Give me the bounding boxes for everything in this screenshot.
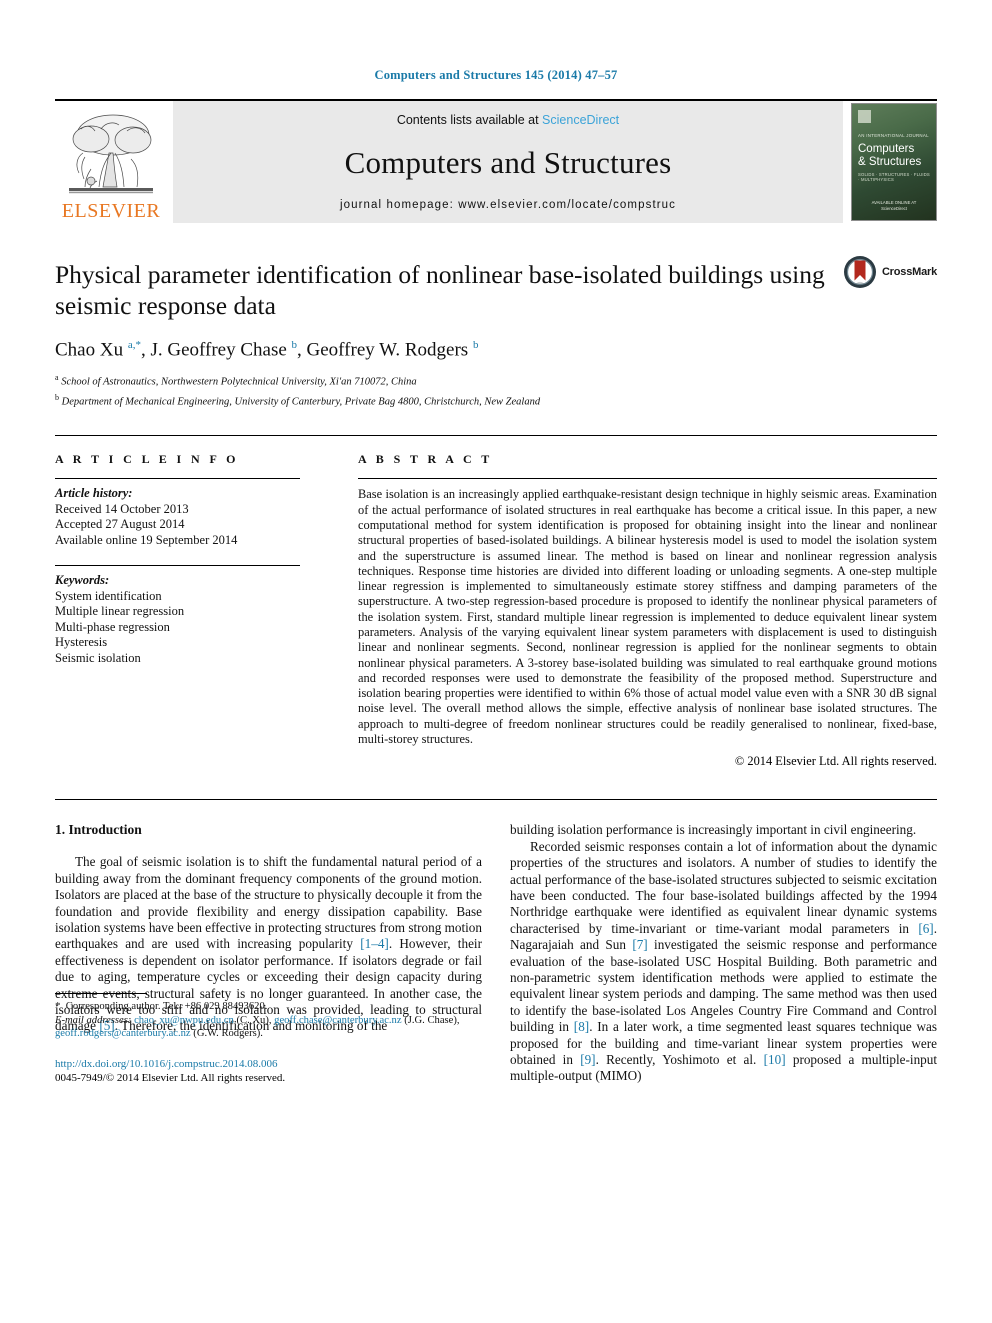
body-column-left: 1. Introduction The goal of seismic isol… xyxy=(55,822,482,1085)
body-region: 1. Introduction The goal of seismic isol… xyxy=(55,799,937,1085)
affiliation-a: a School of Astronautics, Northwestern P… xyxy=(55,373,417,388)
crossmark-label: CrossMark xyxy=(881,266,937,278)
body-column-right: building isolation performance is increa… xyxy=(510,822,937,1085)
affiliation-b-text: Department of Mechanical Engineering, Un… xyxy=(61,396,541,408)
history-accepted: Accepted 27 August 2014 xyxy=(55,517,185,532)
article-info-rule xyxy=(55,478,300,480)
cover-footer: AVAILABLE ONLINE AT ScienceDirect xyxy=(852,200,936,212)
contents-available-line: Contents lists available at ScienceDirec… xyxy=(397,113,619,127)
journal-title: Computers and Structures xyxy=(344,145,672,180)
author-list: Chao Xu a,*, J. Geoffrey Chase b, Geoffr… xyxy=(55,339,479,361)
keyword-item: Multi-phase regression xyxy=(55,619,170,634)
elsevier-tree-icon xyxy=(61,109,161,201)
article-info-heading: A R T I C L E I N F O xyxy=(55,452,239,467)
abstract-rule xyxy=(358,478,937,480)
cover-title-line1: Computers xyxy=(858,143,915,155)
keywords-rule xyxy=(55,565,300,567)
history-available-online: Available online 19 September 2014 xyxy=(55,532,238,547)
running-head: Computers and Structures 145 (2014) 47–5… xyxy=(374,68,618,82)
keyword-item: System identification xyxy=(55,588,162,603)
article-history-label: Article history: xyxy=(55,486,133,501)
article-info-column: A R T I C L E I N F O Article history: R… xyxy=(55,452,300,769)
section-heading-introduction: 1. Introduction xyxy=(55,822,142,838)
doi-block: http://dx.doi.org/10.1016/j.compstruc.20… xyxy=(55,1057,482,1085)
cover-foot-line2: ScienceDirect xyxy=(881,206,907,211)
abstract-text: Base isolation is an increasingly applie… xyxy=(358,487,937,747)
page-title: Physical parameter identification of non… xyxy=(55,260,825,320)
journal-cover-thumbnail: AN INTERNATIONAL JOURNAL Computers & Str… xyxy=(851,103,937,221)
footnote-rule xyxy=(55,993,147,995)
contents-prefix: Contents lists available at xyxy=(396,113,543,127)
paragraph: Recorded seismic responses contain a lot… xyxy=(510,838,938,1084)
crossmark-badge[interactable]: CrossMark xyxy=(843,255,937,289)
elsevier-logo: ELSEVIER xyxy=(55,101,167,223)
affiliation-list: a School of Astronautics, Northwestern P… xyxy=(55,371,937,409)
doi-link[interactable]: http://dx.doi.org/10.1016/j.compstruc.20… xyxy=(55,1057,482,1071)
corresponding-author-note: * Corresponding author. Tel.: +86 029 88… xyxy=(55,1000,268,1013)
title-block: CrossMark Physical parameter identificat… xyxy=(55,256,937,409)
crossmark-icon xyxy=(843,256,876,288)
article-history-group: Article history: Received 14 October 201… xyxy=(55,486,300,548)
footnote-block: * Corresponding author. Tel.: +86 029 88… xyxy=(55,993,482,1085)
journal-homepage-link[interactable]: journal homepage: www.elsevier.com/locat… xyxy=(340,199,676,211)
paragraph: building isolation performance is increa… xyxy=(510,822,917,838)
cover-journal-title: Computers & Structures xyxy=(858,143,930,168)
history-received: Received 14 October 2013 xyxy=(55,501,189,516)
cover-subtitle-top: AN INTERNATIONAL JOURNAL xyxy=(858,133,929,138)
abstract-heading: A B S T R A C T xyxy=(358,452,493,467)
abstract-column: A B S T R A C T Base isolation is an inc… xyxy=(358,452,937,769)
cover-publisher-badge-icon xyxy=(858,110,871,123)
affiliation-a-text: School of Astronautics, Northwestern Pol… xyxy=(61,376,417,388)
affiliation-b: b Department of Mechanical Engineering, … xyxy=(55,392,541,408)
keywords-group: Keywords: System identification Multiple… xyxy=(55,565,300,666)
elsevier-wordmark: ELSEVIER xyxy=(61,200,161,222)
cover-title-line2: & Structures xyxy=(858,155,922,168)
keyword-item: Multiple linear regression xyxy=(55,604,185,619)
cover-subtitle-bottom: SOLIDS · STRUCTURES · FLUIDS · MULTIPHYS… xyxy=(858,172,930,182)
issn-copyright-line: 0045-7949/© 2014 Elsevier Ltd. All right… xyxy=(55,1071,286,1084)
article-page: Computers and Structures 145 (2014) 47–5… xyxy=(0,0,992,1323)
abstract-copyright: © 2014 Elsevier Ltd. All rights reserved… xyxy=(734,754,937,769)
keyword-item: Hysteresis xyxy=(55,635,108,650)
sciencedirect-link[interactable]: ScienceDirect xyxy=(542,113,619,127)
keywords-label: Keywords: xyxy=(55,573,110,588)
journal-band: Contents lists available at ScienceDirec… xyxy=(173,101,843,223)
keyword-item: Seismic isolation xyxy=(55,650,141,665)
email-addresses-note: E-mail addresses: chao_xu@nwpu.edu.cn (C… xyxy=(55,1014,460,1040)
journal-masthead: ELSEVIER Contents lists available at Sci… xyxy=(55,99,937,223)
info-abstract-region: A R T I C L E I N F O Article history: R… xyxy=(55,435,937,769)
